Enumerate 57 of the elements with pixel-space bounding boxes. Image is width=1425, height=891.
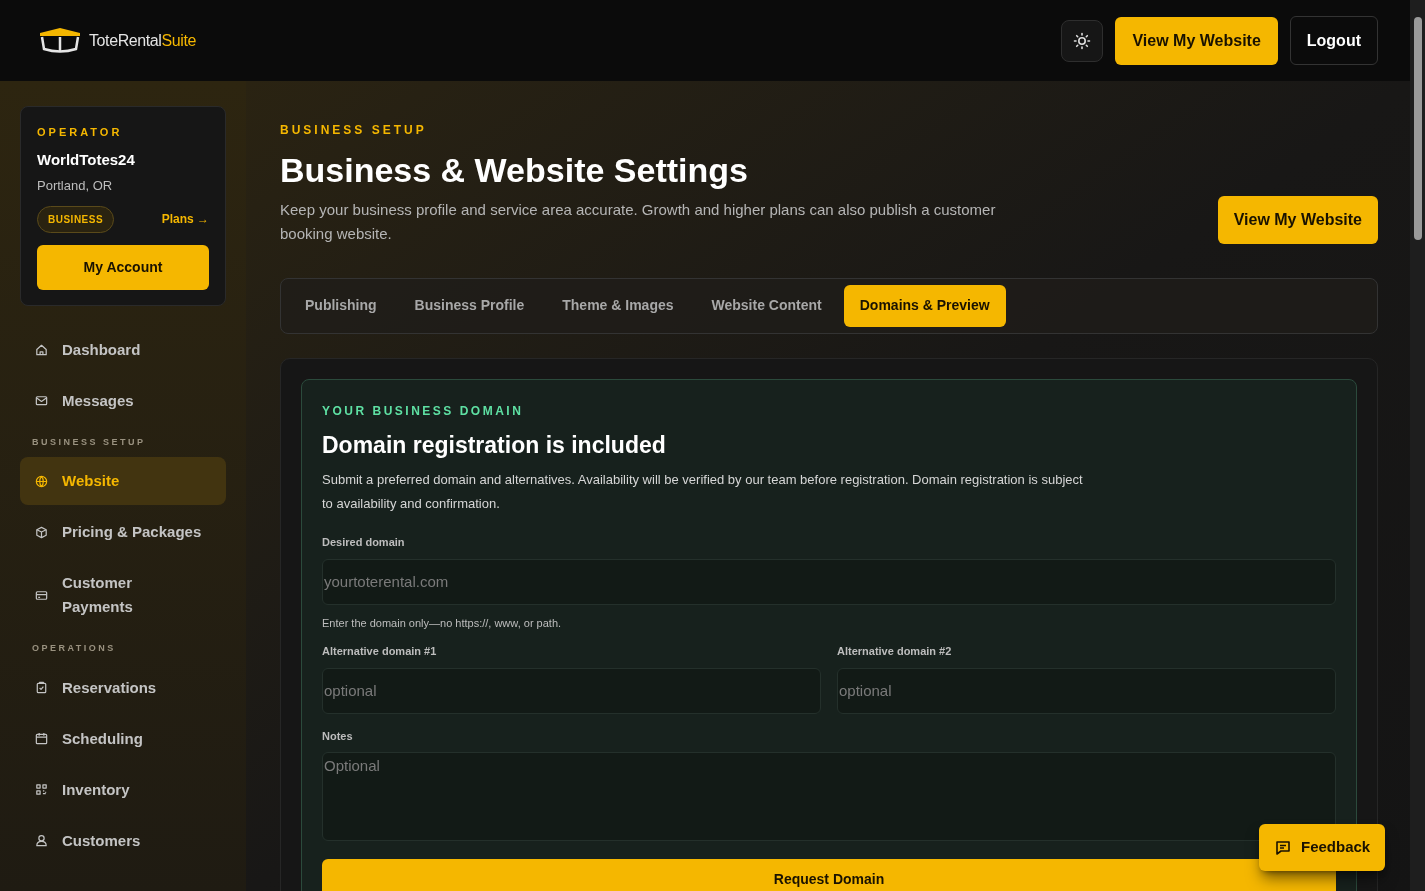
field-label: Desired domain xyxy=(322,535,406,550)
alternative-domain-input[interactable]: optional xyxy=(837,667,1336,714)
view-website-button[interactable]: View My Website xyxy=(1217,195,1378,244)
nav-item[interactable]: Pricing & Packages xyxy=(20,508,226,556)
notes-input[interactable]: Optional xyxy=(322,752,1336,841)
field-label: Alternative domain #2 xyxy=(837,644,953,659)
nav-item[interactable]: Reservations xyxy=(20,663,226,712)
logo-icon xyxy=(37,26,83,55)
card-title: Domain registration is included xyxy=(322,430,667,460)
request-domain-button[interactable]: Request Domain xyxy=(322,859,1336,891)
sun-icon xyxy=(1073,31,1092,50)
plans-link[interactable]: Plans → xyxy=(161,210,209,228)
scrollbar[interactable] xyxy=(1410,0,1425,891)
tab[interactable]: Domains & Preview xyxy=(843,284,1006,327)
nav-section-label: OPERATIONS xyxy=(31,642,117,655)
globe-icon xyxy=(34,473,49,489)
box-icon xyxy=(34,524,49,540)
alternative-domain-input[interactable]: optional xyxy=(322,667,821,714)
tab[interactable]: Business Profile xyxy=(398,284,541,327)
grid-icon xyxy=(34,782,49,797)
page-title: Business & Website Settings xyxy=(280,150,749,191)
tab[interactable]: Website Content xyxy=(695,284,838,327)
chat-icon xyxy=(1274,838,1292,857)
home-icon xyxy=(34,342,49,357)
logout-button[interactable]: Logout xyxy=(1289,16,1378,65)
feedback-button[interactable]: Feedback xyxy=(1259,824,1386,871)
tab[interactable]: Theme & Images xyxy=(546,284,690,327)
operator-location: Portland, OR xyxy=(37,177,114,195)
calendar-icon xyxy=(34,731,49,746)
card-description: Submit a preferred domain and alternatives. Availability will be verified by our team before registration. Domain registration is subject to availability and confirmation. xyxy=(322,471,1084,513)
operator-label: OPERATOR xyxy=(37,125,124,140)
operator-name: WorldTotes24 xyxy=(37,149,136,170)
nav-item[interactable]: Scheduling xyxy=(20,714,226,763)
nav-item[interactable]: Website xyxy=(20,457,226,505)
desired-domain-input[interactable]: yourtoterental.com xyxy=(322,558,1336,605)
tab[interactable]: Publishing xyxy=(289,284,393,327)
nav-item[interactable]: Dashboard xyxy=(20,325,226,374)
field-label: Alternative domain #1 xyxy=(322,644,438,659)
mail-icon xyxy=(34,393,49,408)
section-label: BUSINESS SETUP xyxy=(280,122,428,139)
plan-badge: BUSINESS xyxy=(37,205,115,233)
nav-item[interactable]: Customers xyxy=(20,816,226,865)
nav-item[interactable]: Inventory xyxy=(20,765,226,814)
nav-section-label: BUSINESS SETUP xyxy=(31,435,147,449)
page-description: Keep your business profile and service area accurate. Growth and higher plans can also publish a customer booking website. xyxy=(280,199,997,244)
nav-item[interactable]: Messages xyxy=(20,376,226,425)
view-website-button[interactable]: View My Website xyxy=(1115,16,1278,65)
theme-toggle-button[interactable] xyxy=(1061,19,1104,62)
logo-text[interactable]: ToteRentalSuite xyxy=(89,28,196,53)
field-label: Notes xyxy=(322,728,354,744)
scrollbar-thumb[interactable] xyxy=(1413,17,1422,240)
field-hint: Enter the domain only—no https://, www, or path. xyxy=(322,615,563,631)
my-account-button[interactable]: My Account xyxy=(37,244,209,290)
nav-item[interactable]: Customer Payments xyxy=(20,559,226,631)
people-icon xyxy=(34,833,49,848)
card-label: YOUR BUSINESS DOMAIN xyxy=(322,402,525,420)
clipboard-icon xyxy=(34,680,49,695)
